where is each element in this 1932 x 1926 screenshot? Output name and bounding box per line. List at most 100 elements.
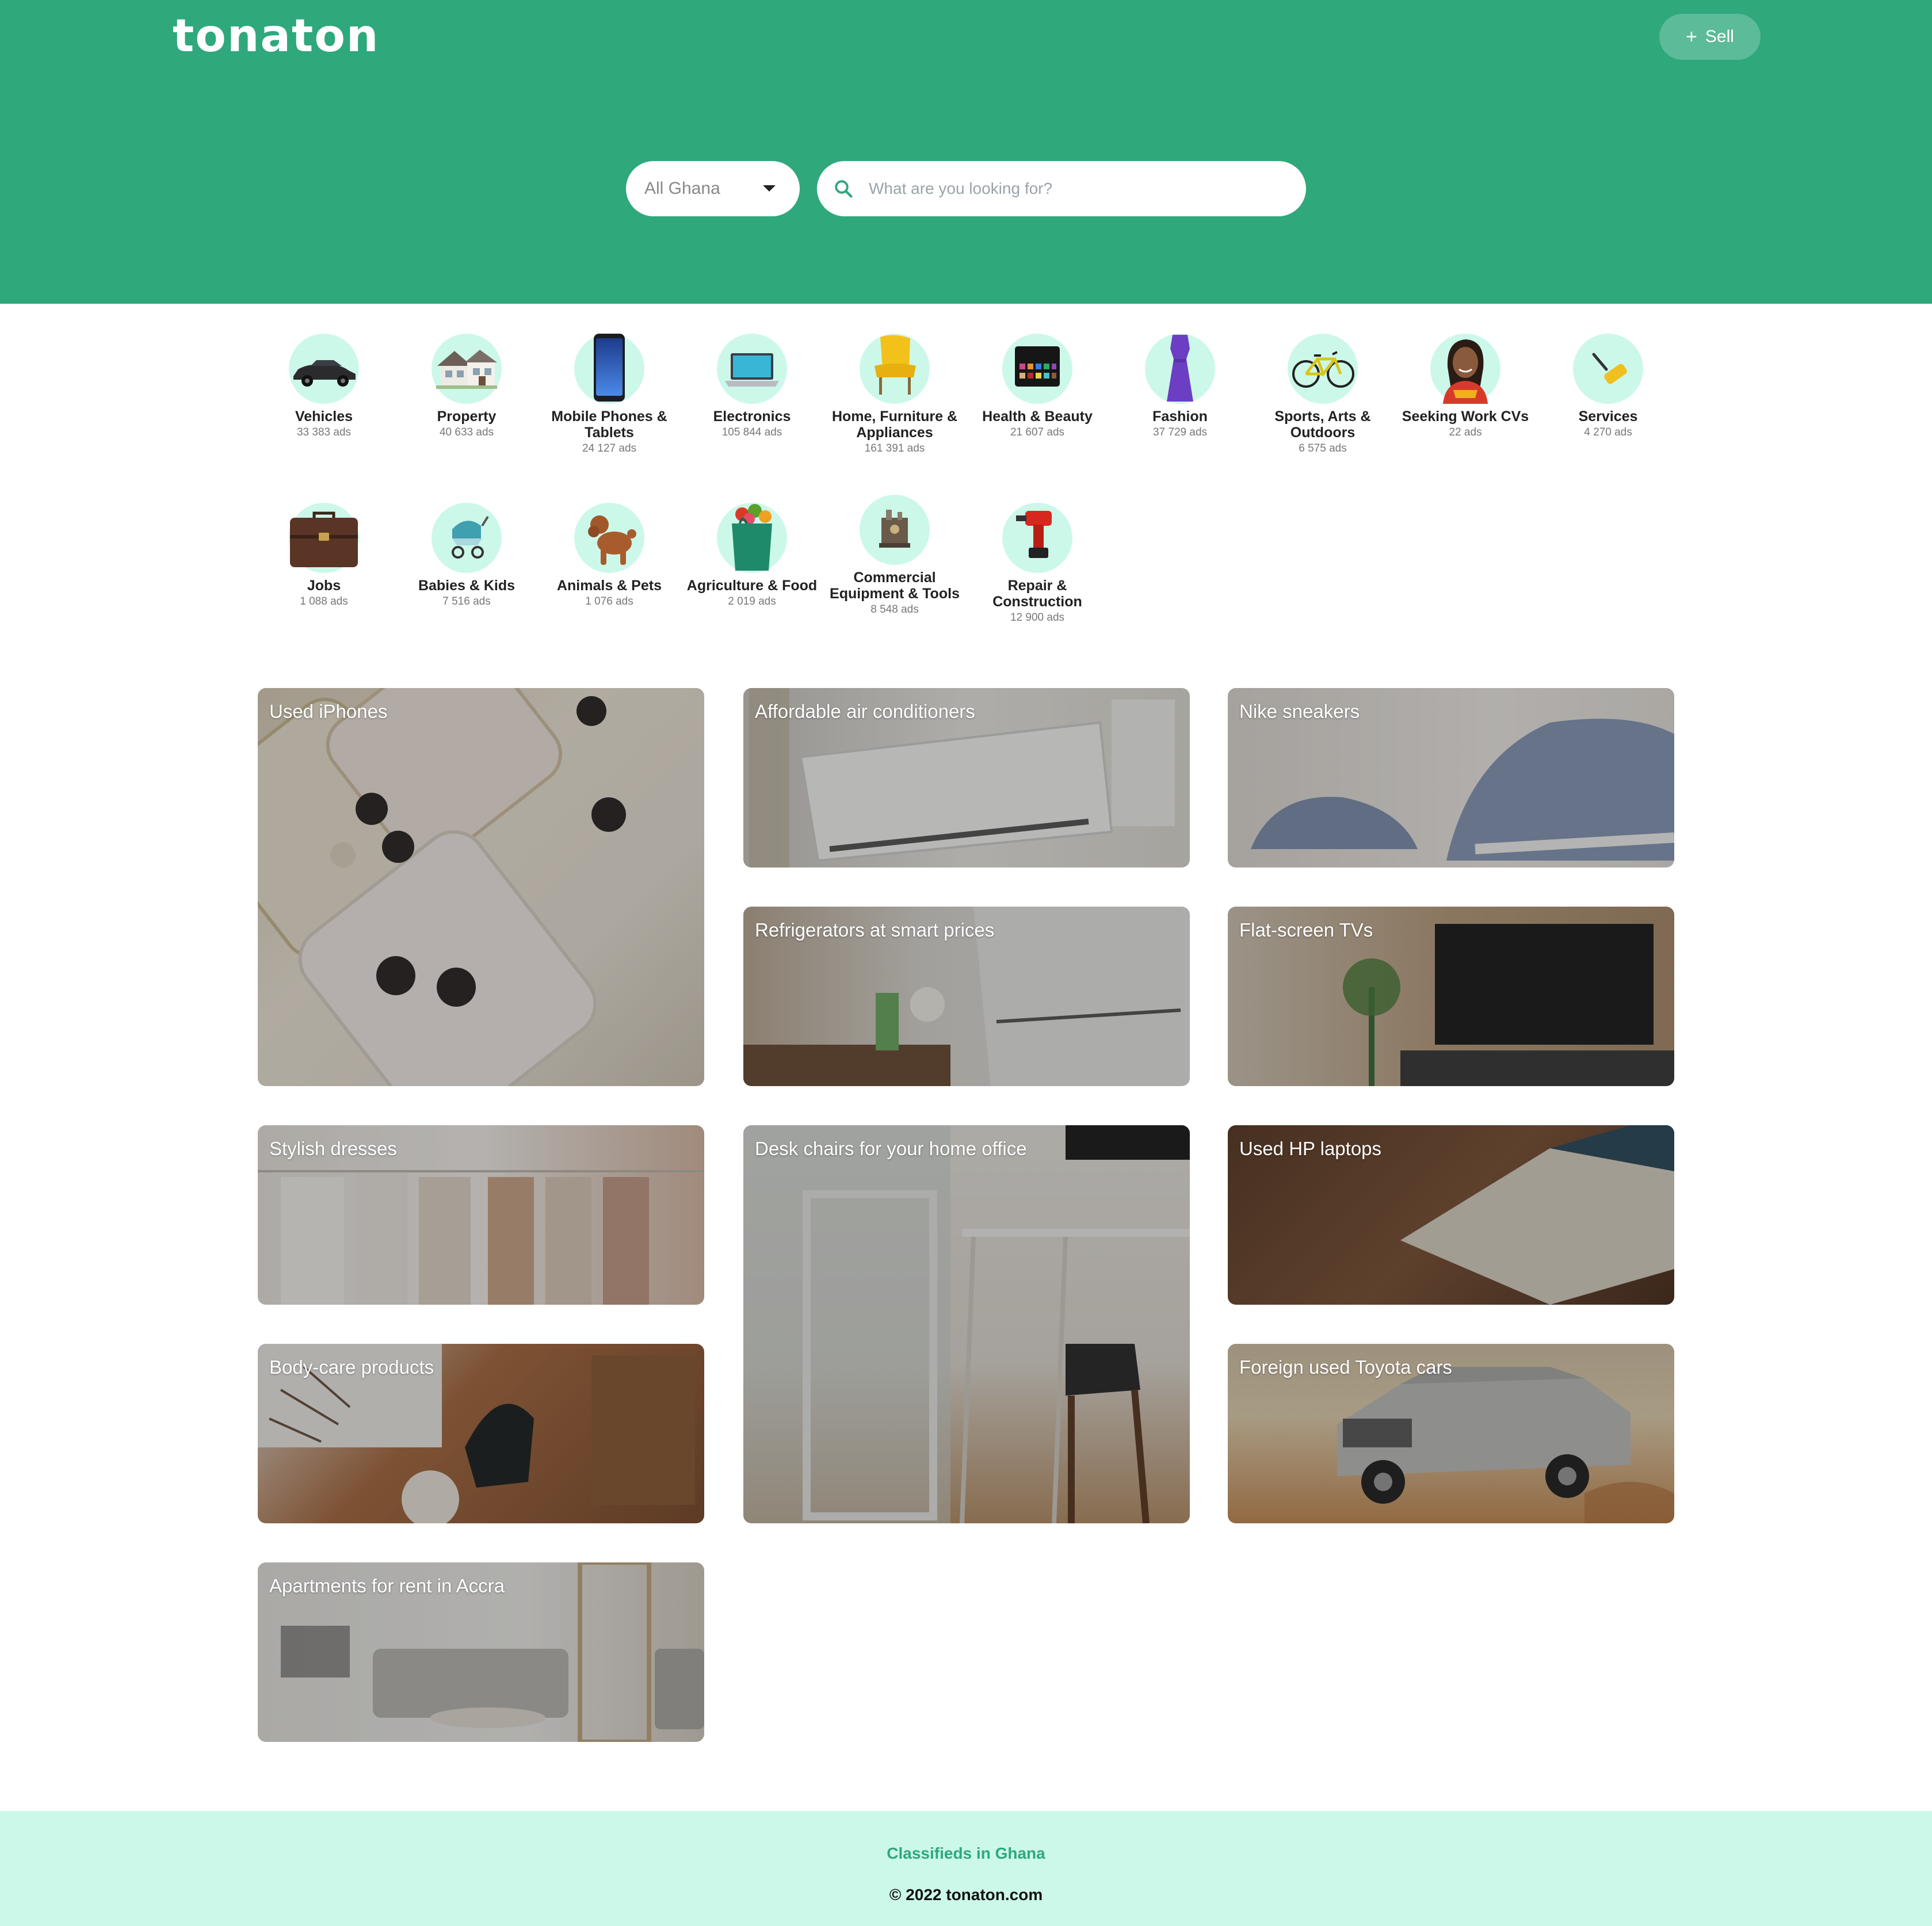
category-icon-wrap	[289, 334, 359, 404]
category-icon-wrap	[432, 503, 502, 573]
category-name: Animals & Pets	[556, 578, 662, 594]
category-health-beauty[interactable]: Health & Beauty 21 607 ads	[971, 334, 1104, 440]
category-services[interactable]: Services 4 270 ads	[1542, 334, 1674, 440]
paint-roller-icon	[1592, 353, 1627, 384]
promo-tile-label: Used HP laptops	[1239, 1138, 1382, 1159]
category-sports-arts-outdoors[interactable]: Sports, Arts & Outdoors 6 575 ads	[1257, 334, 1389, 456]
category-icon-wrap	[1002, 503, 1072, 573]
category-count: 1 076 ads	[585, 595, 633, 607]
promo-tile-label: Stylish dresses	[269, 1138, 397, 1159]
category-count: 1 088 ads	[300, 595, 348, 607]
footer-copyright: © 2022 tonaton.com	[889, 1886, 1043, 1904]
category-count: 105 844 ads	[721, 426, 782, 438]
promo-tile-toyota-cars[interactable]: Foreign used Toyota cars	[1228, 1344, 1674, 1523]
promo-tile-label: Apartments for rent in Accra	[269, 1575, 505, 1596]
sell-button-label: Sell	[1705, 27, 1734, 46]
house-icon	[436, 350, 497, 389]
category-icon-wrap	[860, 334, 930, 404]
machine-icon	[879, 510, 910, 548]
site-header: tonaton + Sell All Ghana	[0, 0, 1932, 304]
category-count: 4 270 ads	[1584, 426, 1632, 438]
tile-overlay	[258, 688, 704, 1086]
category-seeking-work-cvs[interactable]: Seeking Work CVs 22 ads	[1399, 334, 1532, 440]
laptop-icon	[725, 353, 779, 387]
promo-tile-label: Nike sneakers	[1239, 701, 1360, 722]
category-babies-kids[interactable]: Babies & Kids 7 516 ads	[400, 503, 533, 609]
promo-tile-flat-screen-tvs[interactable]: Flat-screen TVs	[1228, 907, 1674, 1086]
category-vehicles[interactable]: Vehicles 33 383 ads	[258, 334, 390, 440]
search-bar[interactable]	[817, 161, 1306, 216]
promo-tile-desk-chairs[interactable]: Desk chairs for your home office	[743, 1125, 1190, 1523]
smartphone-icon	[594, 334, 625, 402]
category-icon-wrap	[1288, 334, 1358, 404]
promo-tile-refrigerators[interactable]: Refrigerators at smart prices	[743, 907, 1190, 1086]
category-name: Health & Beauty	[982, 408, 1093, 425]
region-select[interactable]: All Ghana	[626, 161, 800, 216]
category-count: 12 900 ads	[1010, 612, 1065, 624]
category-name: Babies & Kids	[418, 578, 516, 594]
category-animals-pets[interactable]: Animals & Pets 1 076 ads	[543, 503, 675, 609]
category-name: Agriculture & Food	[686, 578, 818, 594]
promo-tile-label: Used iPhones	[269, 701, 388, 722]
category-icon-wrap	[289, 503, 359, 573]
promo-tile-label: Foreign used Toyota cars	[1239, 1356, 1452, 1378]
promo-tile-air-conditioners[interactable]: Affordable air conditioners	[743, 688, 1190, 868]
briefcase-icon	[290, 511, 358, 567]
category-count: 7 516 ads	[442, 595, 491, 607]
category-name: Property	[437, 408, 497, 425]
category-name: Electronics	[713, 408, 791, 425]
promo-tile-label: Body-care products	[269, 1356, 434, 1378]
person-icon	[1443, 339, 1488, 404]
category-home-furniture-appliances[interactable]: Home, Furniture & Appliances 161 391 ads	[828, 334, 961, 456]
category-electronics[interactable]: Electronics 105 844 ads	[686, 334, 818, 440]
category-count: 37 729 ads	[1152, 426, 1208, 438]
category-name: Seeking Work CVs	[1402, 408, 1529, 425]
promo-tile-apartments-accra[interactable]: Apartments for rent in Accra	[258, 1562, 704, 1742]
promo-tile-body-care[interactable]: Body-care products	[258, 1344, 704, 1523]
stroller-icon	[452, 515, 489, 559]
promo-tile-nike-sneakers[interactable]: Nike sneakers	[1228, 688, 1674, 868]
footer-tagline[interactable]: Classifieds in Ghana	[0, 1844, 1932, 1863]
category-count: 21 607 ads	[1010, 426, 1065, 438]
category-commercial-equipment-tools[interactable]: Commercial Equipment & Tools 8 548 ads	[828, 495, 961, 617]
category-count: 22 ads	[1449, 426, 1482, 438]
category-agriculture-food[interactable]: Agriculture & Food 2 019 ads	[686, 503, 818, 609]
armchair-icon	[875, 335, 916, 395]
category-jobs[interactable]: Jobs 1 088 ads	[258, 503, 390, 609]
bicycle-icon	[1292, 351, 1354, 388]
category-repair-construction[interactable]: Repair & Construction 12 900 ads	[971, 503, 1104, 625]
category-name: Sports, Arts & Outdoors	[1274, 408, 1371, 441]
category-icon-wrap	[1573, 334, 1643, 404]
promo-tile-label: Flat-screen TVs	[1239, 919, 1373, 941]
sell-button[interactable]: + Sell	[1659, 14, 1761, 60]
category-name: Jobs	[307, 578, 341, 594]
tile-overlay	[743, 1125, 1190, 1523]
category-name: Repair & Construction	[992, 578, 1082, 610]
promo-tile-hp-laptops[interactable]: Used HP laptops	[1228, 1125, 1674, 1305]
promo-tile-label: Refrigerators at smart prices	[755, 919, 995, 941]
category-name: Services	[1578, 408, 1638, 425]
caret-down-icon	[763, 185, 776, 192]
category-name: Home, Furniture & Appliances	[831, 408, 958, 441]
dress-icon	[1167, 335, 1193, 402]
promo-tile-used-iphones[interactable]: Used iPhones	[258, 688, 704, 1086]
promo-tile-stylish-dresses[interactable]: Stylish dresses	[258, 1125, 704, 1305]
drill-icon	[1016, 511, 1052, 558]
category-icon-wrap	[432, 334, 502, 404]
category-count: 2 019 ads	[728, 595, 776, 607]
category-name: Fashion	[1152, 408, 1208, 425]
category-icon-wrap	[1002, 334, 1072, 404]
category-icon-wrap	[1430, 334, 1500, 404]
site-logo[interactable]: tonaton	[173, 10, 379, 62]
category-name: Commercial Equipment & Tools	[830, 570, 960, 602]
category-count: 6 575 ads	[1299, 442, 1347, 454]
category-property[interactable]: Property 40 633 ads	[400, 334, 533, 440]
category-fashion[interactable]: Fashion 37 729 ads	[1114, 334, 1246, 440]
category-mobile-phones-tablets[interactable]: Mobile Phones & Tablets 24 127 ads	[543, 334, 675, 456]
plus-icon: +	[1686, 26, 1697, 48]
promo-tile-label: Desk chairs for your home office	[755, 1138, 1027, 1159]
search-input[interactable]	[869, 179, 1272, 198]
site-footer: Classifieds in Ghana © 2022 tonaton.com	[0, 1811, 1932, 1926]
category-icon-wrap	[574, 503, 644, 573]
category-count: 24 127 ads	[582, 442, 637, 454]
